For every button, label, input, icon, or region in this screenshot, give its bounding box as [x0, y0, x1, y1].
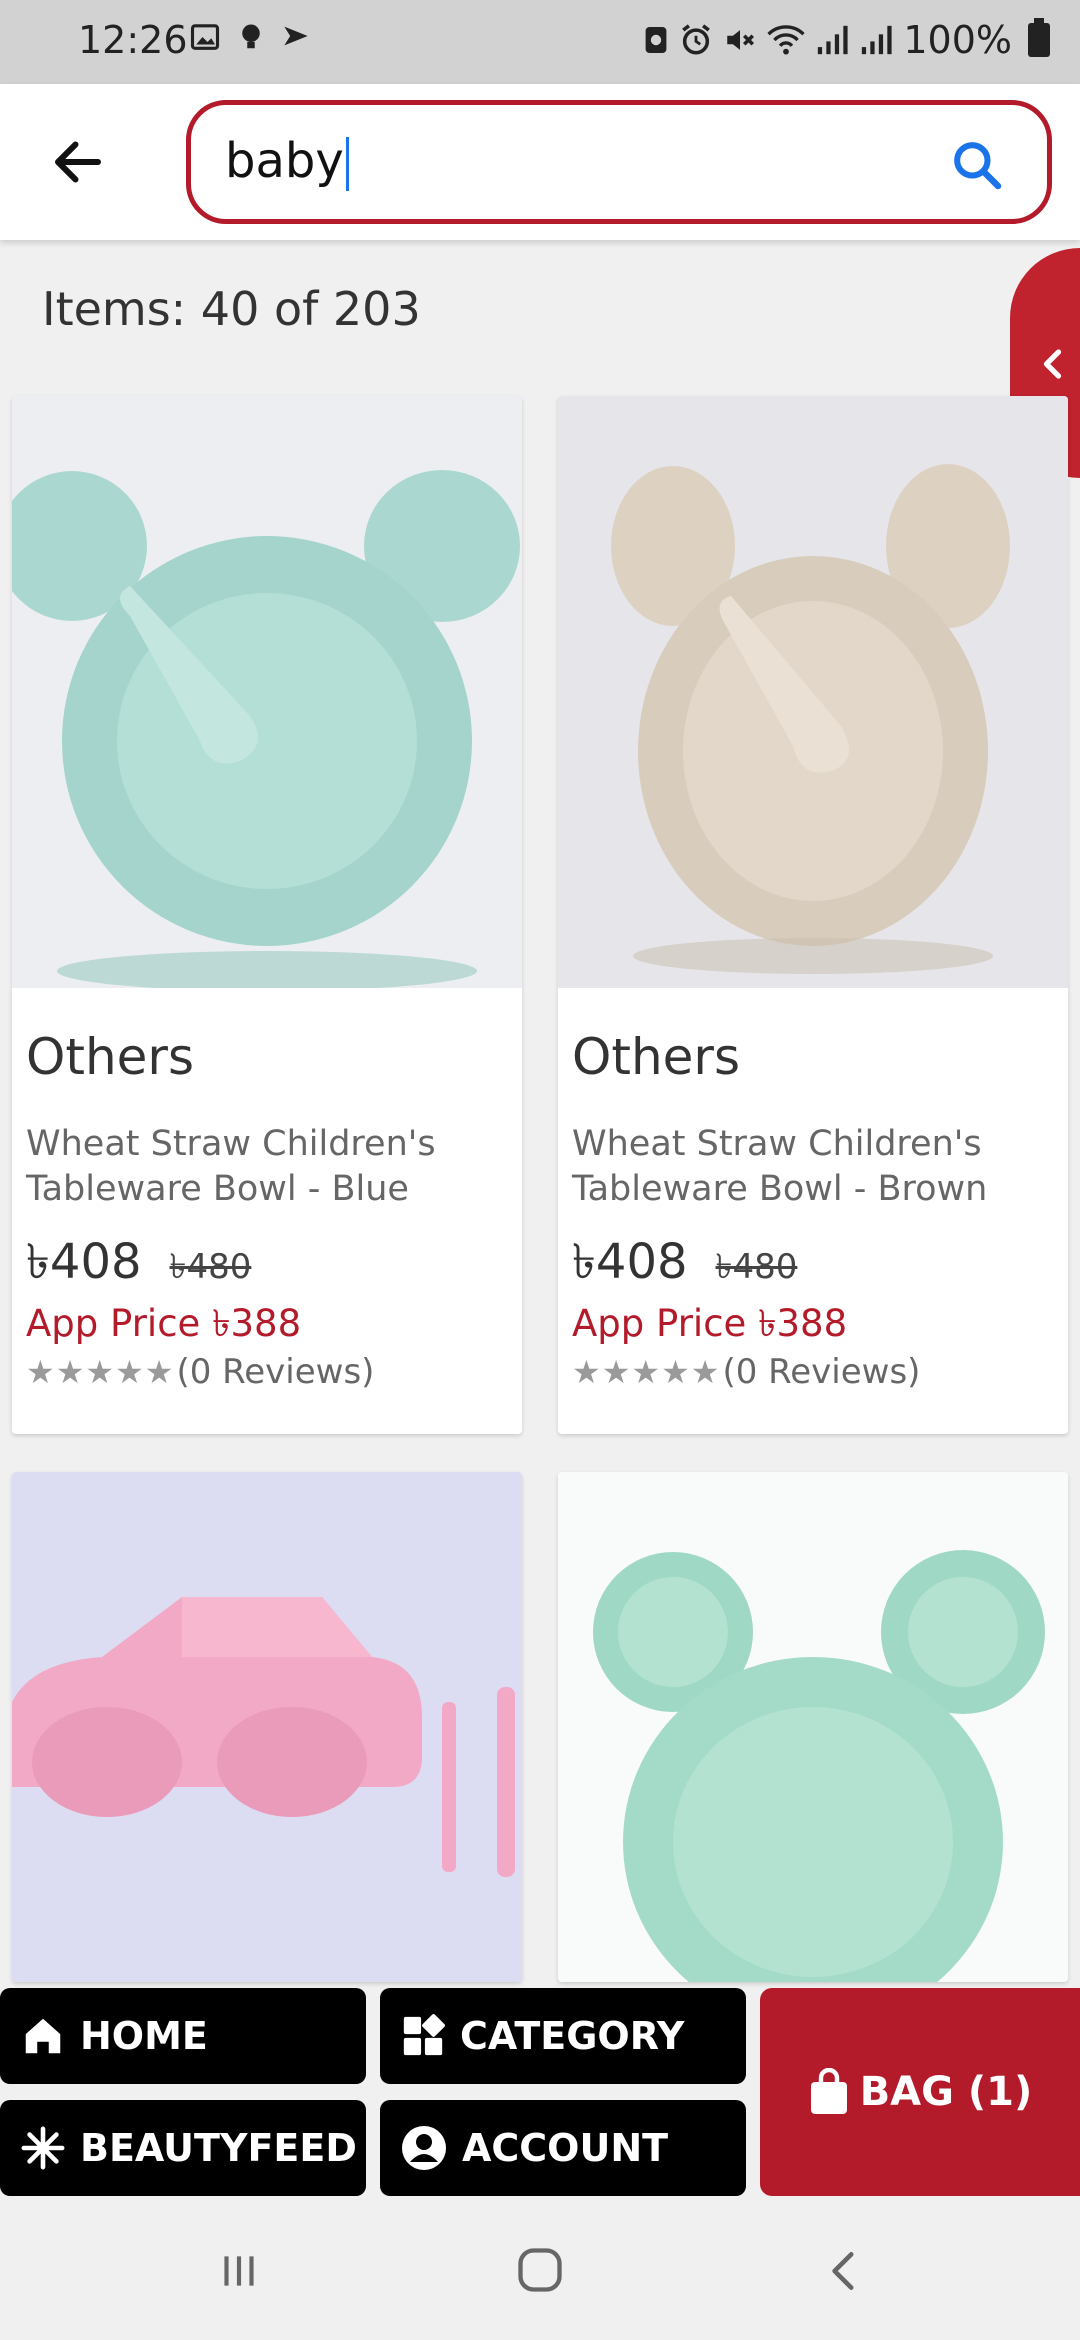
mute-icon — [727, 30, 755, 50]
home-icon — [25, 2018, 61, 2054]
nav-account-button[interactable]: ACCOUNT — [380, 2100, 746, 2196]
product-card[interactable] — [12, 1472, 522, 1982]
product-card[interactable]: Others Wheat Straw Children's Tableware … — [12, 396, 522, 1434]
product-image[interactable] — [558, 396, 1068, 988]
recent-apps-icon[interactable] — [214, 2246, 264, 2296]
battery-icon — [1028, 18, 1050, 57]
bulb-icon — [242, 24, 260, 49]
search-input[interactable]: baby — [186, 100, 1052, 224]
nav-home-button[interactable]: HOME — [0, 1988, 366, 2084]
arrow-left-icon[interactable] — [48, 132, 108, 192]
nav-category-button[interactable]: CATEGORY — [380, 1988, 746, 2084]
search-header: baby — [0, 84, 1080, 240]
review-count: (0 Reviews) — [722, 1352, 921, 1392]
status-time: 12:26 — [78, 18, 188, 62]
nav-account-label: ACCOUNT — [462, 2126, 669, 2170]
wifi-icon — [767, 25, 805, 55]
star-rating-icon: ★★★★★ — [572, 1353, 721, 1391]
app-price: App Price ৳388 — [572, 1302, 848, 1345]
star-rating-icon: ★★★★★ — [26, 1353, 175, 1391]
alarm-icon — [682, 24, 711, 55]
image-icon — [190, 24, 220, 50]
signal-icon — [818, 25, 848, 55]
product-name[interactable]: Wheat Straw Children's Tableware Bowl - … — [26, 1122, 516, 1212]
review-count: (0 Reviews) — [176, 1352, 375, 1392]
battery-percent: 100% — [903, 18, 1012, 62]
text-caret — [345, 137, 349, 191]
signal-icon — [862, 25, 892, 55]
product-old-price: ৳480 — [169, 1247, 252, 1287]
snowflake-icon — [21, 2126, 65, 2170]
nav-category-label: CATEGORY — [460, 2014, 685, 2058]
status-left-icons — [190, 22, 310, 52]
items-count: Items: 40 of 203 — [42, 282, 421, 336]
system-nav-bar — [0, 2200, 1080, 2340]
product-card[interactable]: Others Wheat Straw Children's Tableware … — [558, 396, 1068, 1434]
chevron-left-icon — [1043, 349, 1062, 379]
nav-home-label: HOME — [80, 2014, 208, 2058]
product-image[interactable] — [558, 1472, 1068, 1982]
product-name[interactable]: Wheat Straw Children's Tableware Bowl - … — [572, 1122, 1062, 1212]
shopping-bag-icon — [810, 2068, 847, 2114]
nfc-icon — [645, 27, 667, 53]
app-price: App Price ৳388 — [26, 1302, 302, 1345]
product-image[interactable] — [12, 396, 522, 988]
nav-beautyfeed-label: BEAUTYFEED — [80, 2126, 357, 2170]
status-right: 100% — [643, 18, 1050, 62]
nav-bag-button[interactable]: BAG (1) — [760, 1988, 1080, 2196]
search-input-value: baby — [225, 133, 349, 191]
status-bar: 12:26 100% — [0, 0, 1080, 84]
search-query-text: baby — [225, 133, 344, 189]
product-old-price: ৳480 — [715, 1247, 798, 1287]
nav-beautyfeed-button[interactable]: BEAUTYFEED — [0, 2100, 366, 2196]
product-image[interactable] — [12, 1472, 522, 1982]
product-brand: Others — [572, 1028, 741, 1086]
product-card[interactable] — [558, 1472, 1068, 1982]
rating-row: ★★★★★ (0 Reviews) — [572, 1352, 920, 1392]
account-icon — [402, 2126, 446, 2170]
nav-bag-label: BAG (1) — [859, 2069, 1033, 2115]
back-nav-icon[interactable] — [820, 2246, 870, 2296]
send-icon — [284, 26, 308, 46]
search-icon[interactable] — [949, 137, 1005, 193]
rating-row: ★★★★★ (0 Reviews) — [26, 1352, 374, 1392]
product-brand: Others — [26, 1028, 195, 1086]
home-nav-icon[interactable] — [514, 2244, 566, 2296]
category-icon — [403, 2014, 445, 2056]
